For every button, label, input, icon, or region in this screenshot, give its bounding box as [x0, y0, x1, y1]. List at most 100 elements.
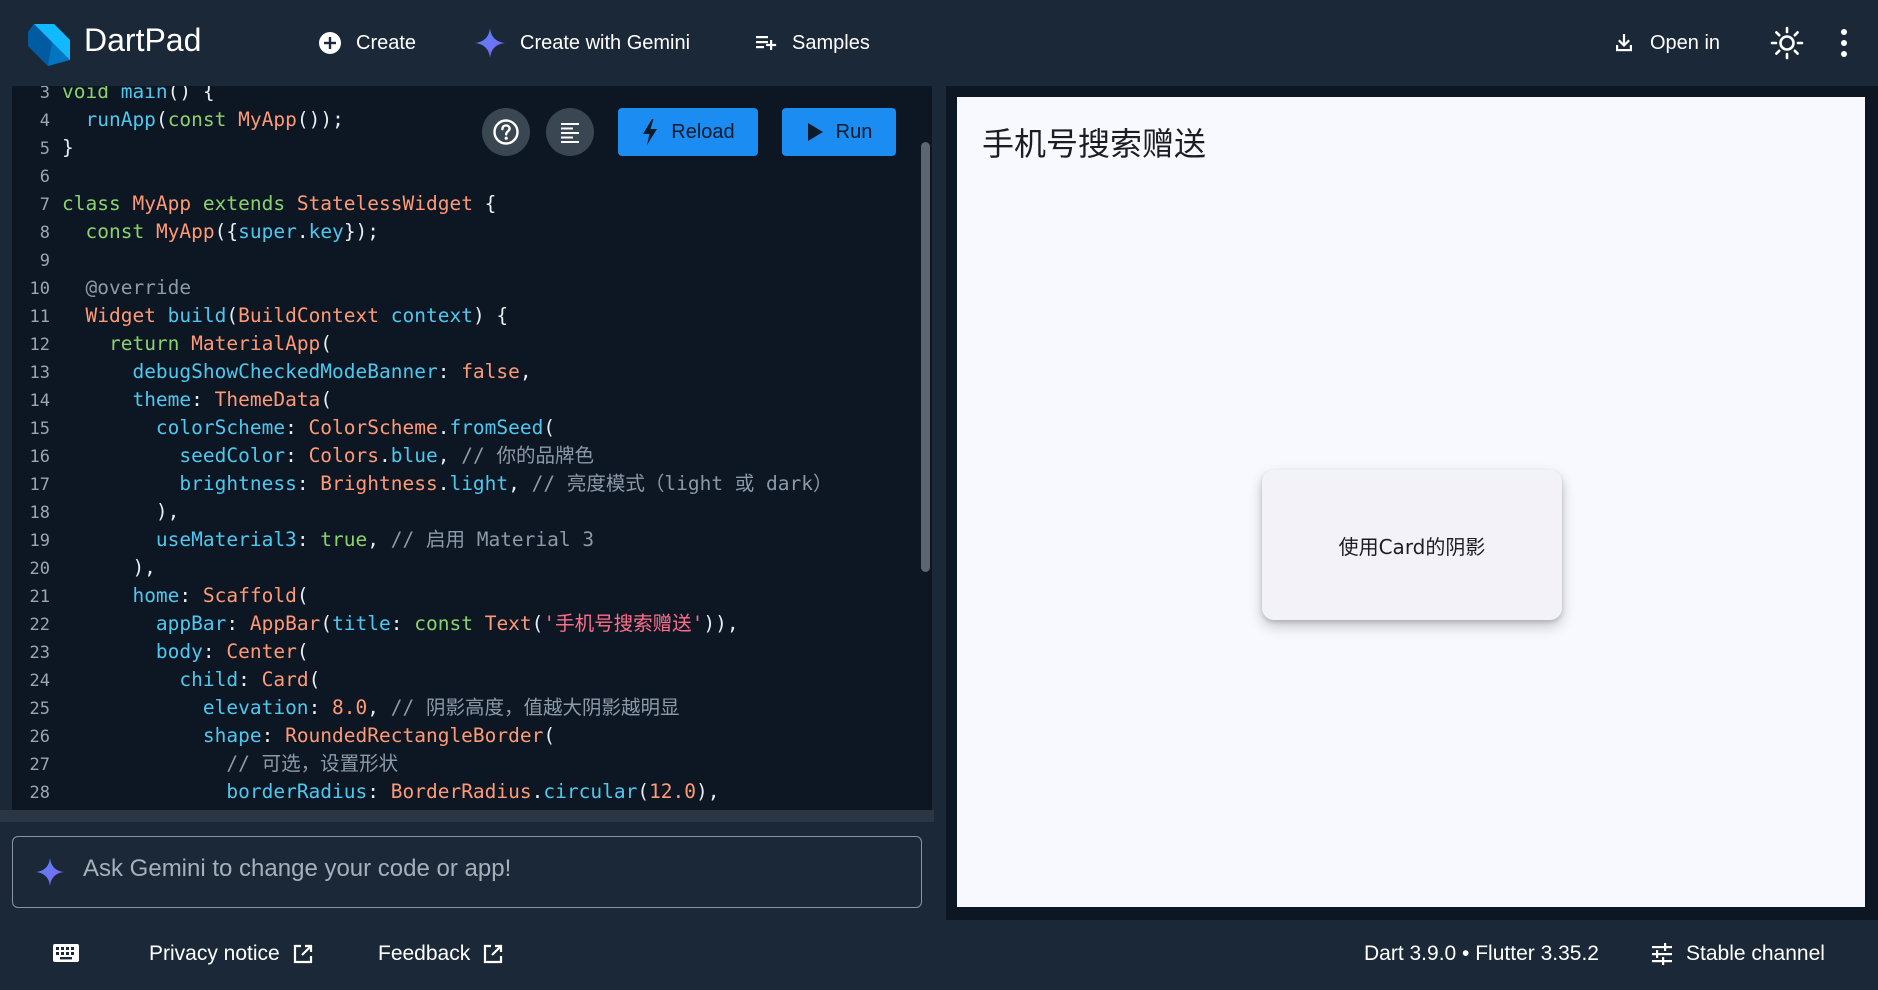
line-number: 4 [39, 111, 50, 131]
code-text[interactable]: colorScheme: ColorScheme.fromSeed( [62, 414, 555, 442]
code-line[interactable]: 21 home: Scaffold( [12, 582, 309, 610]
editor-scrollbar[interactable] [921, 142, 930, 572]
feedback-link[interactable]: Feedback [378, 942, 504, 966]
version-info: Dart 3.9.0 • Flutter 3.35.2 [1364, 942, 1599, 966]
code-text[interactable]: const MyApp({super.key}); [62, 218, 379, 246]
editor-horizontal-scrollbar[interactable] [0, 810, 934, 822]
code-text[interactable]: appBar: AppBar(title: const Text('手机号搜索赠… [62, 610, 739, 638]
code-line[interactable]: 3 void main() { [12, 86, 215, 106]
theme-toggle-button[interactable] [1770, 24, 1804, 62]
code-line[interactable]: 13 debugShowCheckedModeBanner: false, [12, 358, 532, 386]
code-text[interactable]: borderRadius: BorderRadius.circular(12.0… [62, 778, 719, 806]
gemini-prompt-input[interactable] [83, 855, 903, 883]
code-line[interactable]: 22 appBar: AppBar(title: const Text('手机号… [12, 610, 739, 638]
status-bar: Privacy notice Feedback Dart 3.9.0 • Flu… [0, 920, 1878, 990]
create-button[interactable]: Create [318, 24, 416, 62]
privacy-notice-link[interactable]: Privacy notice [149, 942, 314, 966]
code-text[interactable]: child: Card( [62, 666, 320, 694]
play-icon [807, 123, 823, 141]
code-line[interactable]: 27 // 可选，设置形状 [12, 750, 399, 778]
code-text[interactable]: ), [62, 554, 155, 582]
code-text[interactable]: home: Scaffold( [62, 582, 308, 610]
code-text[interactable]: debugShowCheckedModeBanner: false, [62, 358, 531, 386]
code-text[interactable]: useMaterial3: true, // 启用 Material 3 [62, 526, 594, 554]
line-number: 25 [29, 699, 50, 719]
preview-card-text: 使用Card的阴影 [1338, 534, 1486, 559]
code-text[interactable]: } [62, 134, 74, 162]
code-text[interactable]: class MyApp extends StatelessWidget { [62, 190, 496, 218]
more-menu-button[interactable] [1838, 24, 1850, 62]
add-circle-icon [319, 32, 341, 54]
line-number: 14 [29, 391, 50, 411]
version-label: Dart 3.9.0 • Flutter 3.35.2 [1364, 942, 1599, 965]
code-line[interactable]: 10 @override [12, 274, 192, 302]
dart-logo-icon [28, 24, 70, 66]
more-vert-icon [1841, 29, 1847, 57]
gemini-sparkle-icon [475, 28, 505, 58]
code-line[interactable]: 16 seedColor: Colors.blue, // 你的品牌色 [12, 442, 594, 470]
code-line[interactable]: 25 elevation: 8.0, // 阴影高度，值越大阴影越明显 [12, 694, 680, 722]
line-number: 24 [29, 671, 50, 691]
run-label: Run [835, 120, 873, 143]
code-line[interactable]: 8 const MyApp({super.key}); [12, 218, 379, 246]
create-label: Create [356, 31, 417, 54]
code-line[interactable]: 4 runApp(const MyApp()); [12, 106, 344, 134]
code-text[interactable]: theme: ThemeData( [62, 386, 332, 414]
code-line[interactable]: 12 return MaterialApp( [12, 330, 333, 358]
line-number: 20 [29, 559, 50, 579]
keyboard-shortcuts-button[interactable] [52, 942, 80, 964]
help-button[interactable] [482, 108, 530, 156]
line-number: 5 [39, 139, 50, 159]
gemini-prompt-box[interactable] [12, 836, 922, 908]
code-text[interactable]: body: Center( [62, 638, 309, 666]
open-in-button[interactable]: Open in [1612, 24, 1720, 62]
code-text[interactable]: @override [62, 274, 191, 302]
gemini-sparkle-icon [35, 857, 65, 887]
feedback-label: Feedback [378, 942, 471, 965]
samples-button[interactable]: Samples [754, 24, 870, 62]
playlist-add-icon [756, 36, 777, 50]
code-line[interactable]: 9 [12, 246, 50, 274]
code-text[interactable]: ), [62, 498, 180, 526]
code-text[interactable]: return MaterialApp( [62, 330, 332, 358]
code-line[interactable]: 28 borderRadius: BorderRadius.circular(1… [12, 778, 720, 806]
code-text[interactable]: void main() { [62, 86, 215, 106]
code-line[interactable]: 11 Widget build(BuildContext context) { [12, 302, 509, 330]
code-line[interactable]: 7 class MyApp extends StatelessWidget { [12, 190, 497, 218]
line-number: 26 [29, 727, 50, 747]
code-line[interactable]: 17 brightness: Brightness.light, // 亮度模式… [12, 470, 833, 498]
code-line[interactable]: 19 useMaterial3: true, // 启用 Material 3 [12, 526, 595, 554]
code-text[interactable]: seedColor: Colors.blue, // 你的品牌色 [62, 442, 594, 470]
code-line[interactable]: 23 body: Center( [12, 638, 309, 666]
run-button[interactable]: Run [782, 108, 896, 156]
code-line[interactable]: 15 colorScheme: ColorScheme.fromSeed( [12, 414, 556, 442]
line-number: 12 [29, 335, 50, 355]
code-line[interactable]: 26 shape: RoundedRectangleBorder( [12, 722, 556, 750]
code-text[interactable]: elevation: 8.0, // 阴影高度，值越大阴影越明显 [62, 694, 680, 722]
open-in-new-icon [484, 944, 503, 964]
line-number: 3 [39, 86, 50, 103]
code-lines[interactable]: 3 void main() {4 runApp(const MyApp()); 5}… [12, 86, 833, 806]
code-text[interactable]: brightness: Brightness.light, // 亮度模式（li… [62, 470, 832, 498]
code-text[interactable]: runApp(const MyApp()); [62, 106, 343, 134]
format-button[interactable] [546, 108, 594, 156]
create-with-gemini-button[interactable]: Create with Gemini [474, 24, 690, 62]
app-preview[interactable]: 手机号搜索赠送 使用Card的阴影 [957, 97, 1865, 907]
code-text[interactable]: // 可选，设置形状 [62, 750, 398, 778]
code-line[interactable]: 14 theme: ThemeData( [12, 386, 333, 414]
code-line[interactable]: 5} [12, 134, 74, 162]
line-number: 18 [29, 503, 50, 523]
code-text[interactable]: Widget build(BuildContext context) { [62, 302, 508, 330]
code-line[interactable]: 20 ), [12, 554, 156, 582]
create-with-gemini-label: Create with Gemini [520, 31, 691, 54]
code-line[interactable]: 24 child: Card( [12, 666, 321, 694]
code-editor[interactable]: 3 void main() {4 runApp(const MyApp()); 5}… [12, 86, 932, 810]
code-line[interactable]: 18 ), [12, 498, 180, 526]
code-text[interactable]: shape: RoundedRectangleBorder( [62, 722, 555, 750]
code-line[interactable]: 6 [12, 162, 50, 190]
line-number: 28 [29, 783, 50, 803]
line-number: 22 [29, 615, 50, 635]
sun-icon [1770, 26, 1804, 60]
channel-selector[interactable]: Stable channel [1650, 942, 1825, 966]
reload-button[interactable]: Reload [618, 108, 758, 156]
